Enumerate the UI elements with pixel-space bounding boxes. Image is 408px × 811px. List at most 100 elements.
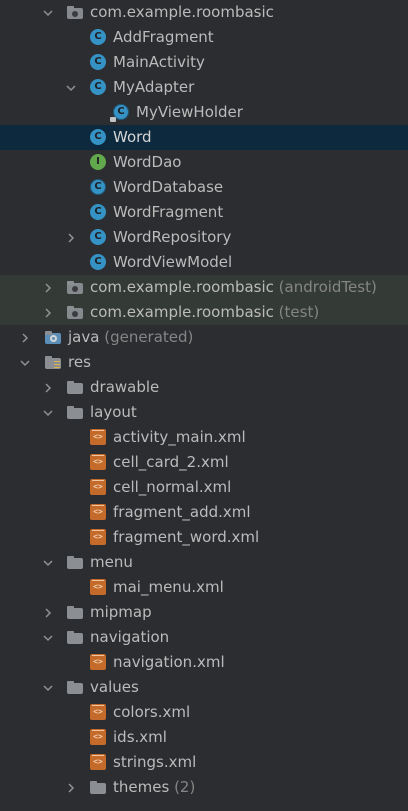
tree-row-label: navigation.xml	[113, 653, 225, 671]
tree-row-addfragment[interactable]: C AddFragment	[0, 25, 408, 50]
tree-row-activity-main-xml[interactable]: activity_main.xml	[0, 425, 408, 450]
tree-row-label: MainActivity	[113, 53, 205, 71]
tree-row-wordfragment[interactable]: C WordFragment	[0, 200, 408, 225]
chevron-down-icon[interactable]	[41, 400, 55, 425]
tree-row-cell-card-2-xml[interactable]: cell_card_2.xml	[0, 450, 408, 475]
chevron-right-icon[interactable]	[64, 225, 78, 250]
xml-file-icon	[90, 529, 106, 545]
tree-row-label: MyAdapter	[113, 78, 195, 96]
tree-row-mai-menu-xml[interactable]: mai_menu.xml	[0, 575, 408, 600]
tree-row-cell-normal-xml[interactable]: cell_normal.xml	[0, 475, 408, 500]
tree-row-label: mai_menu.xml	[113, 578, 224, 596]
xml-file-icon	[90, 479, 106, 495]
folder-name: java	[68, 328, 100, 346]
tree-row-myadapter[interactable]: C MyAdapter	[0, 75, 408, 100]
tree-row-package-test[interactable]: com.example.roombasic (test)	[0, 300, 408, 325]
tree-row-colors-xml[interactable]: colors.xml	[0, 700, 408, 725]
source-set-suffix: (androidTest)	[278, 278, 377, 296]
folder-icon	[67, 554, 83, 570]
tree-row-java-generated[interactable]: java (generated)	[0, 325, 408, 350]
chevron-down-icon[interactable]	[18, 350, 32, 375]
chevron-right-icon[interactable]	[41, 275, 55, 300]
xml-file-icon	[90, 429, 106, 445]
xml-file-icon	[90, 729, 106, 745]
folder-icon	[67, 679, 83, 695]
tree-row-package-androidtest[interactable]: com.example.roombasic (androidTest)	[0, 275, 408, 300]
chevron-down-icon[interactable]	[41, 550, 55, 575]
xml-file-icon	[90, 704, 106, 720]
class-icon: C	[90, 129, 106, 145]
chevron-right-icon[interactable]	[41, 375, 55, 400]
tree-row-wordviewmodel[interactable]: C WordViewModel	[0, 250, 408, 275]
tree-row-label: com.example.roombasic (androidTest)	[90, 275, 377, 300]
folder-icon	[67, 604, 83, 620]
abstract-class-icon: C	[90, 179, 106, 195]
folder-name: themes	[113, 778, 170, 796]
tree-row-strings-xml[interactable]: strings.xml	[0, 750, 408, 775]
tree-row-label: java (generated)	[68, 325, 193, 350]
generated-folder-icon	[45, 329, 61, 345]
tree-row-label: cell_card_2.xml	[113, 453, 229, 471]
tree-row-label: menu	[90, 553, 133, 571]
folder-icon	[67, 629, 83, 645]
tree-row-mipmap[interactable]: mipmap	[0, 600, 408, 625]
chevron-right-icon[interactable]	[41, 300, 55, 325]
tree-row-label: cell_normal.xml	[113, 478, 232, 496]
tree-row-wordrepository[interactable]: C WordRepository	[0, 225, 408, 250]
chevron-down-icon[interactable]	[64, 75, 78, 100]
tree-row-mainactivity[interactable]: C MainActivity	[0, 50, 408, 75]
inner-class-icon: C	[110, 104, 129, 122]
chevron-down-icon[interactable]	[41, 0, 55, 25]
class-icon: C	[90, 54, 106, 70]
tree-row-label: res	[68, 353, 91, 371]
interface-icon: I	[90, 154, 106, 170]
tree-row-navigation[interactable]: navigation	[0, 625, 408, 650]
tree-row-worddao[interactable]: I WordDao	[0, 150, 408, 175]
package-name: com.example.roombasic	[90, 278, 274, 296]
chevron-right-icon[interactable]	[64, 775, 78, 800]
tree-row-label: WordViewModel	[113, 253, 233, 271]
tree-row-label: AddFragment	[113, 28, 214, 46]
tree-row-label: com.example.roombasic	[90, 3, 274, 21]
project-tree: com.example.roombasic C AddFragment C Ma…	[0, 0, 408, 800]
tree-row-navigation-xml[interactable]: navigation.xml	[0, 650, 408, 675]
tree-row-label: colors.xml	[113, 703, 191, 721]
tree-row-word[interactable]: C Word	[0, 125, 408, 150]
tree-row-values[interactable]: values	[0, 675, 408, 700]
folder-count: (2)	[174, 778, 196, 796]
tree-row-label: strings.xml	[113, 753, 197, 771]
folder-icon	[90, 779, 106, 795]
tree-row-label: WordRepository	[113, 228, 232, 246]
package-folder-icon	[67, 279, 83, 295]
tree-row-myviewholder[interactable]: C MyViewHolder	[0, 100, 408, 125]
package-folder-icon	[67, 304, 83, 320]
class-icon: C	[90, 229, 106, 245]
tree-row-drawable[interactable]: drawable	[0, 375, 408, 400]
tree-row-package-main[interactable]: com.example.roombasic	[0, 0, 408, 25]
tree-row-label: WordFragment	[113, 203, 224, 221]
chevron-down-icon[interactable]	[41, 625, 55, 650]
tree-row-label: WordDatabase	[113, 178, 224, 196]
tree-row-label: fragment_word.xml	[113, 528, 260, 546]
folder-suffix: (generated)	[104, 328, 194, 346]
tree-row-label: navigation	[90, 628, 170, 646]
tree-row-fragment-add-xml[interactable]: fragment_add.xml	[0, 500, 408, 525]
package-folder-icon	[67, 4, 83, 20]
tree-row-menu[interactable]: menu	[0, 550, 408, 575]
tree-row-res[interactable]: res	[0, 350, 408, 375]
xml-file-icon	[90, 654, 106, 670]
class-icon: C	[90, 79, 106, 95]
chevron-down-icon[interactable]	[41, 675, 55, 700]
tree-row-themes[interactable]: themes (2)	[0, 775, 408, 800]
tree-row-label: drawable	[90, 378, 160, 396]
tree-row-label: WordDao	[113, 153, 182, 171]
tree-row-label: values	[90, 678, 139, 696]
tree-row-fragment-word-xml[interactable]: fragment_word.xml	[0, 525, 408, 550]
chevron-right-icon[interactable]	[41, 600, 55, 625]
chevron-right-icon[interactable]	[18, 325, 32, 350]
tree-row-layout[interactable]: layout	[0, 400, 408, 425]
package-name: com.example.roombasic	[90, 303, 274, 321]
tree-row-worddatabase[interactable]: C WordDatabase	[0, 175, 408, 200]
tree-row-ids-xml[interactable]: ids.xml	[0, 725, 408, 750]
class-icon: C	[90, 29, 106, 45]
